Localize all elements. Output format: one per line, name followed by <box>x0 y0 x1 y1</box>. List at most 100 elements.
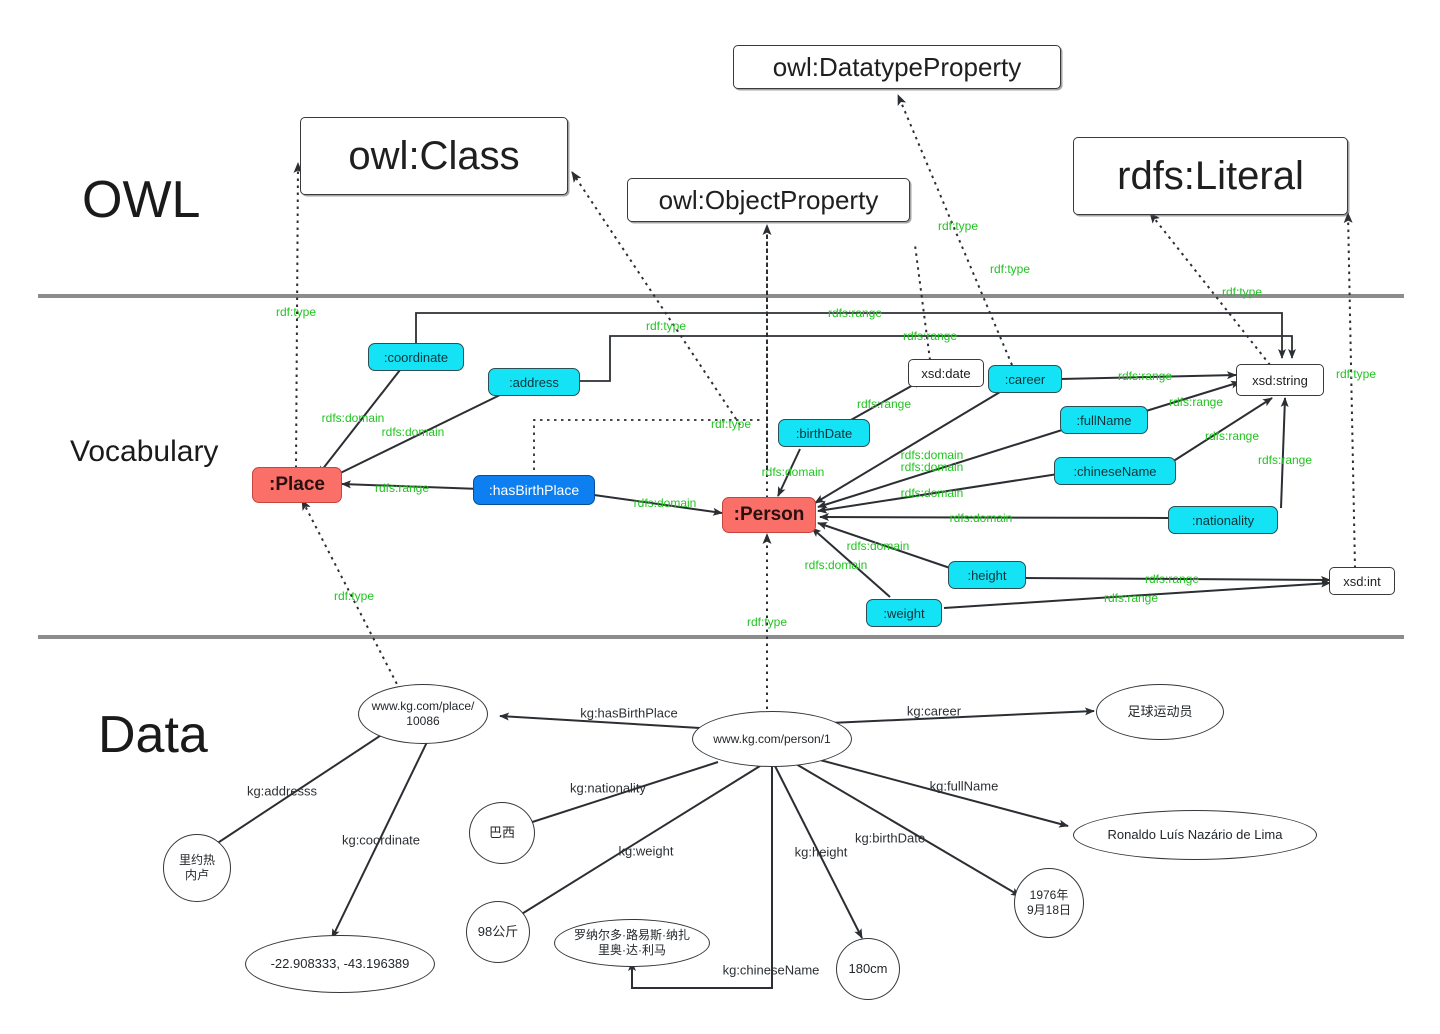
height-property-node[interactable]: :height <box>948 561 1026 589</box>
edge-label-domain-hasbirthplace: rdfs:domain <box>633 496 697 510</box>
edge-label-range-nationality: rdfs:range <box>1257 453 1313 467</box>
layer-label-data: Data <box>98 706 208 764</box>
edge-label-kg-coordinate: kg:coordinate <box>341 832 421 848</box>
hasbirthplace-property-node[interactable]: :hasBirthPlace <box>473 475 595 505</box>
height-value-node[interactable]: 180cm <box>836 938 900 1000</box>
edge-label-range-coordinate: rdfs:range <box>827 306 883 320</box>
edge-label-rdftype-xsdstring: rdf:type <box>1335 367 1377 381</box>
chinesename-value-label: 罗纳尔多·路易斯·纳扎 里奥·达·利马 <box>574 928 690 957</box>
place-uri-label: www.kg.com/place/ 10086 <box>371 699 475 728</box>
edge-label-rdftype-xsdint: rdf:type <box>1221 285 1263 299</box>
career-value-label: 足球运动员 <box>1127 704 1193 720</box>
edge-label-domain-fullname: rdfs:domain <box>900 460 964 474</box>
diagram-canvas: OWL Vocabulary Data owl:Class owl:Dataty… <box>0 0 1440 1034</box>
place-class-node[interactable]: :Place <box>252 467 342 503</box>
chinesename-value-node[interactable]: 罗纳尔多·路易斯·纳扎 里奥·达·利马 <box>554 919 710 967</box>
fullname-property-node[interactable]: :fullName <box>1060 406 1148 434</box>
place-uri-node[interactable]: www.kg.com/place/ 10086 <box>358 684 488 744</box>
height-value-label: 180cm <box>848 961 888 977</box>
edge-label-kg-fullname: kg:fullName <box>929 778 999 794</box>
layer-label-owl: OWL <box>82 171 201 229</box>
nationality-value-label: 巴西 <box>488 825 515 841</box>
owl-class-label: owl:Class <box>348 133 520 178</box>
owl-objectproperty-node[interactable]: owl:ObjectProperty <box>627 178 910 222</box>
owl-datatypeproperty-node[interactable]: owl:DatatypeProperty <box>733 45 1061 89</box>
weight-value-node[interactable]: 98公斤 <box>466 901 530 963</box>
weight-value-label: 98公斤 <box>477 924 519 940</box>
birthdate-value-node[interactable]: 1976年 9月18日 <box>1014 868 1084 938</box>
person-uri-node[interactable]: www.kg.com/person/1 <box>692 711 852 767</box>
hasbirthplace-property-label: :hasBirthPlace <box>488 482 580 498</box>
address-value-label: 里约热 内卢 <box>178 853 215 882</box>
address-value-node[interactable]: 里约热 内卢 <box>163 834 231 902</box>
edge-label-rdftype-hasbirthplace: rdf:type <box>710 417 752 431</box>
nationality-property-node[interactable]: :nationality <box>1168 506 1278 534</box>
xsd-date-label: xsd:date <box>921 365 971 381</box>
nationality-property-label: :nationality <box>1191 512 1255 528</box>
edge-label-range-fullname: rdfs:range <box>1168 395 1224 409</box>
edge-label-domain-coordinate: rdfs:domain <box>321 411 385 425</box>
birthdate-value-label: 1976年 9月18日 <box>1026 888 1072 917</box>
birthdate-property-node[interactable]: :birthDate <box>778 419 870 447</box>
fullname-property-label: :fullName <box>1076 412 1132 428</box>
place-class-label: :Place <box>269 474 325 495</box>
edge-label-rdftype-career: rdf:type <box>937 219 979 233</box>
edge-label-range-weight: rdfs:range <box>1103 591 1159 605</box>
rdfs-literal-label: rdfs:Literal <box>1117 153 1304 198</box>
edge-label-range-address: rdfs:range <box>902 329 958 343</box>
edge-label-domain-birthdate: rdfs:domain <box>761 465 825 479</box>
edge-label-rdftype-birthdate: rdf:type <box>989 262 1031 276</box>
weight-property-node[interactable]: :weight <box>866 599 942 627</box>
rdfs-literal-node[interactable]: rdfs:Literal <box>1073 137 1348 215</box>
coordinate-value-label: -22.908333, -43.196389 <box>270 956 410 972</box>
edge-label-range-height: rdfs:range <box>1144 572 1200 586</box>
address-property-label: :address <box>509 374 559 390</box>
person-class-node[interactable]: :Person <box>722 497 816 533</box>
edge-label-rdftype-personuri: rdf:type <box>746 615 788 629</box>
edge-label-kg-nationality: kg:nationality <box>570 780 646 796</box>
edge-label-kg-career: kg:career <box>906 703 962 719</box>
edge-label-domain-height: rdfs:domain <box>846 539 910 553</box>
chinesename-property-node[interactable]: :chineseName <box>1054 457 1176 485</box>
edge-label-domain-chinesename: rdfs:domain <box>900 486 964 500</box>
xsd-string-node[interactable]: xsd:string <box>1236 364 1324 396</box>
fullname-value-node[interactable]: Ronaldo Luís Nazário de Lima <box>1073 810 1317 860</box>
chinesename-property-label: :chineseName <box>1073 463 1157 479</box>
career-property-node[interactable]: :career <box>988 365 1062 393</box>
xsd-int-node[interactable]: xsd:int <box>1329 567 1395 595</box>
xsd-string-label: xsd:string <box>1252 372 1308 388</box>
person-uri-label: www.kg.com/person/1 <box>713 731 831 746</box>
edge-label-range-birthdate: rdfs:range <box>856 397 912 411</box>
edge-label-range-career: rdfs:range <box>1117 369 1173 383</box>
birthdate-property-label: :birthDate <box>795 425 853 441</box>
edge-label-rdftype-placeuri: rdf:type <box>333 589 375 603</box>
edge-label-domain-weight: rdfs:domain <box>804 558 868 572</box>
coordinate-property-node[interactable]: :coordinate <box>368 343 464 371</box>
edge-label-kg-addresss: kg:addresss <box>246 783 318 799</box>
career-value-node[interactable]: 足球运动员 <box>1096 684 1224 740</box>
edge-label-kg-chinesename: kg:chineseName <box>722 962 820 978</box>
edge-label-kg-weight: kg:weight <box>618 843 674 859</box>
coordinate-value-node[interactable]: -22.908333, -43.196389 <box>245 935 435 993</box>
career-property-label: :career <box>1004 371 1046 387</box>
xsd-date-node[interactable]: xsd:date <box>908 359 984 387</box>
weight-property-label: :weight <box>883 605 925 621</box>
layer-label-vocabulary: Vocabulary <box>70 435 219 468</box>
xsd-int-label: xsd:int <box>1343 573 1381 589</box>
edge-label-kg-birthdate: kg:birthDate <box>854 830 926 846</box>
edge-label-domain-address: rdfs:domain <box>381 425 445 439</box>
owl-class-node[interactable]: owl:Class <box>300 117 568 195</box>
edge-label-range-hasbirthplace: rdfs:range <box>374 481 430 495</box>
owl-datatypeproperty-label: owl:DatatypeProperty <box>772 51 1022 82</box>
nationality-value-node[interactable]: 巴西 <box>469 802 535 864</box>
edge-label-kg-height: kg:height <box>794 844 848 860</box>
edge-label-rdftype-address: rdf:type <box>645 319 687 333</box>
edge-label-domain-nationality: rdfs:domain <box>949 511 1013 525</box>
person-class-label: :Person <box>733 504 805 525</box>
address-property-node[interactable]: :address <box>488 368 580 396</box>
edge-label-range-chinesename: rdfs:range <box>1204 429 1260 443</box>
owl-objectproperty-label: owl:ObjectProperty <box>658 184 879 215</box>
height-property-label: :height <box>967 567 1007 583</box>
edge-label-kg-hasbirthplace: kg:hasBirthPlace <box>580 705 678 721</box>
edge-label-rdftype-place: rdf:type <box>275 305 317 319</box>
